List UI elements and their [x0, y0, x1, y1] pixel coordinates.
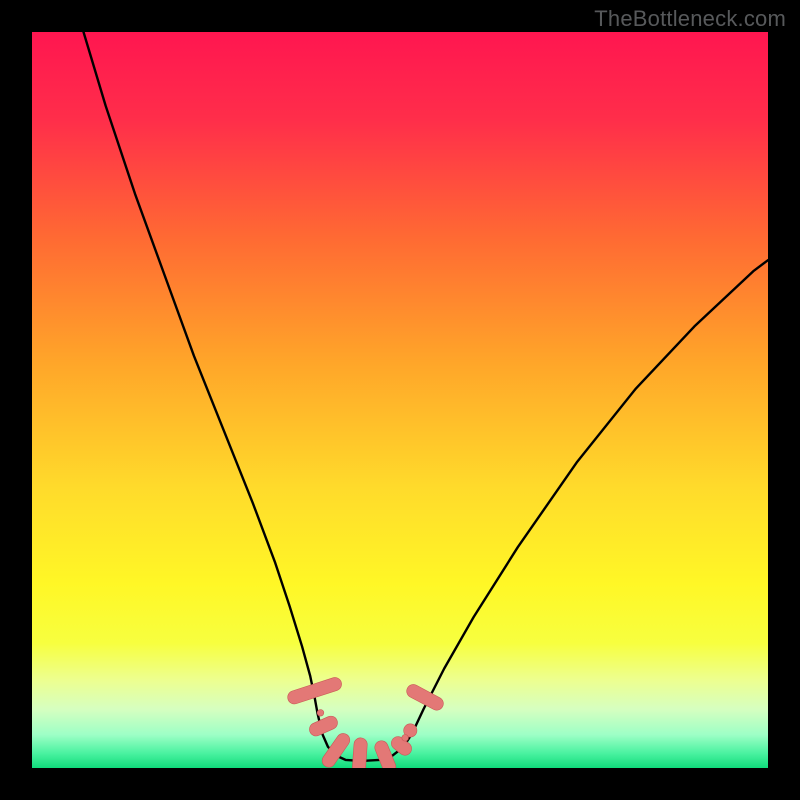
series-curve-0: [84, 32, 367, 761]
outer-frame: TheBottleneck.com: [0, 0, 800, 800]
chart-svg: [32, 32, 768, 768]
chart-marker-8: [317, 709, 324, 716]
marker-layer: [286, 676, 446, 768]
chart-marker-3: [351, 737, 367, 768]
series-curve-1: [366, 260, 768, 760]
plot-area: [32, 32, 768, 768]
curve-layer: [84, 32, 768, 761]
watermark-text: TheBottleneck.com: [594, 6, 786, 32]
chart-marker-9: [402, 735, 409, 742]
